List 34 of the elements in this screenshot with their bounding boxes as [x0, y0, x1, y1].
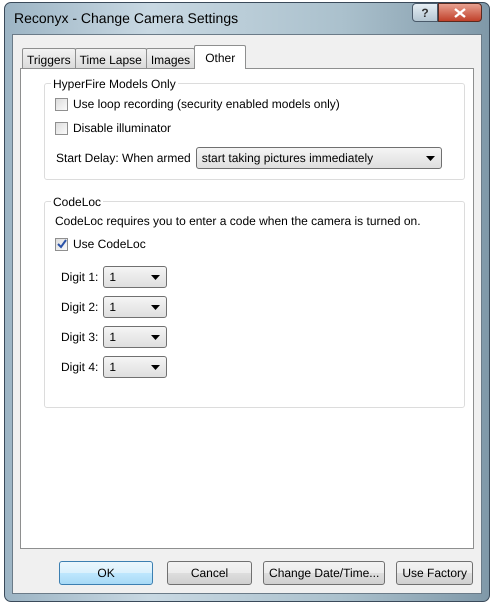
checkbox[interactable] [55, 122, 68, 134]
checkbox-label: Disable illuminator [73, 120, 172, 137]
caret-icon [151, 364, 160, 370]
caret-icon [151, 304, 160, 310]
field-label: Digit 2: [61, 299, 98, 316]
field-label: Digit 4: [61, 359, 98, 376]
tab[interactable]: Images [146, 48, 196, 68]
dialog-button[interactable]: Change Date/Time... [263, 561, 386, 585]
field-label: Digit 3: [61, 329, 98, 346]
checkbox-label: Use loop recording (security enabled models only) [73, 96, 340, 113]
checkbox[interactable] [55, 98, 68, 110]
caret-icon [426, 156, 435, 160]
help-button[interactable]: ? [412, 3, 438, 22]
window-title: Reconyx - Change Camera Settings [13, 9, 238, 28]
digit-dropdown[interactable]: 1 [103, 356, 168, 378]
start-delay-dropdown[interactable]: start taking pictures immediately [196, 147, 442, 169]
ok-button[interactable]: OK [59, 561, 154, 585]
checkbox[interactable] [55, 238, 68, 250]
field-label: Start Delay: When armed [56, 150, 191, 167]
tab[interactable]: Triggers [22, 48, 76, 68]
digit-dropdown[interactable]: 1 [103, 296, 168, 318]
checkbox-label: Use CodeLoc [73, 236, 146, 253]
tab[interactable]: Time Lapse [74, 48, 147, 68]
field-label: Digit 1: [61, 269, 98, 286]
digit-dropdown[interactable]: 1 [103, 266, 168, 288]
description-text: CodeLoc requires you to enter a code when the camera is turned on. [55, 213, 422, 230]
caret-icon [151, 274, 160, 280]
close-button[interactable] [438, 3, 482, 22]
dialog-button[interactable]: Cancel [167, 561, 252, 585]
dialog-button[interactable]: Use Factory [396, 561, 473, 585]
digit-dropdown[interactable]: 1 [103, 326, 168, 348]
tab[interactable]: Other [194, 45, 246, 69]
close-icon [454, 8, 466, 18]
caret-icon [151, 334, 160, 340]
